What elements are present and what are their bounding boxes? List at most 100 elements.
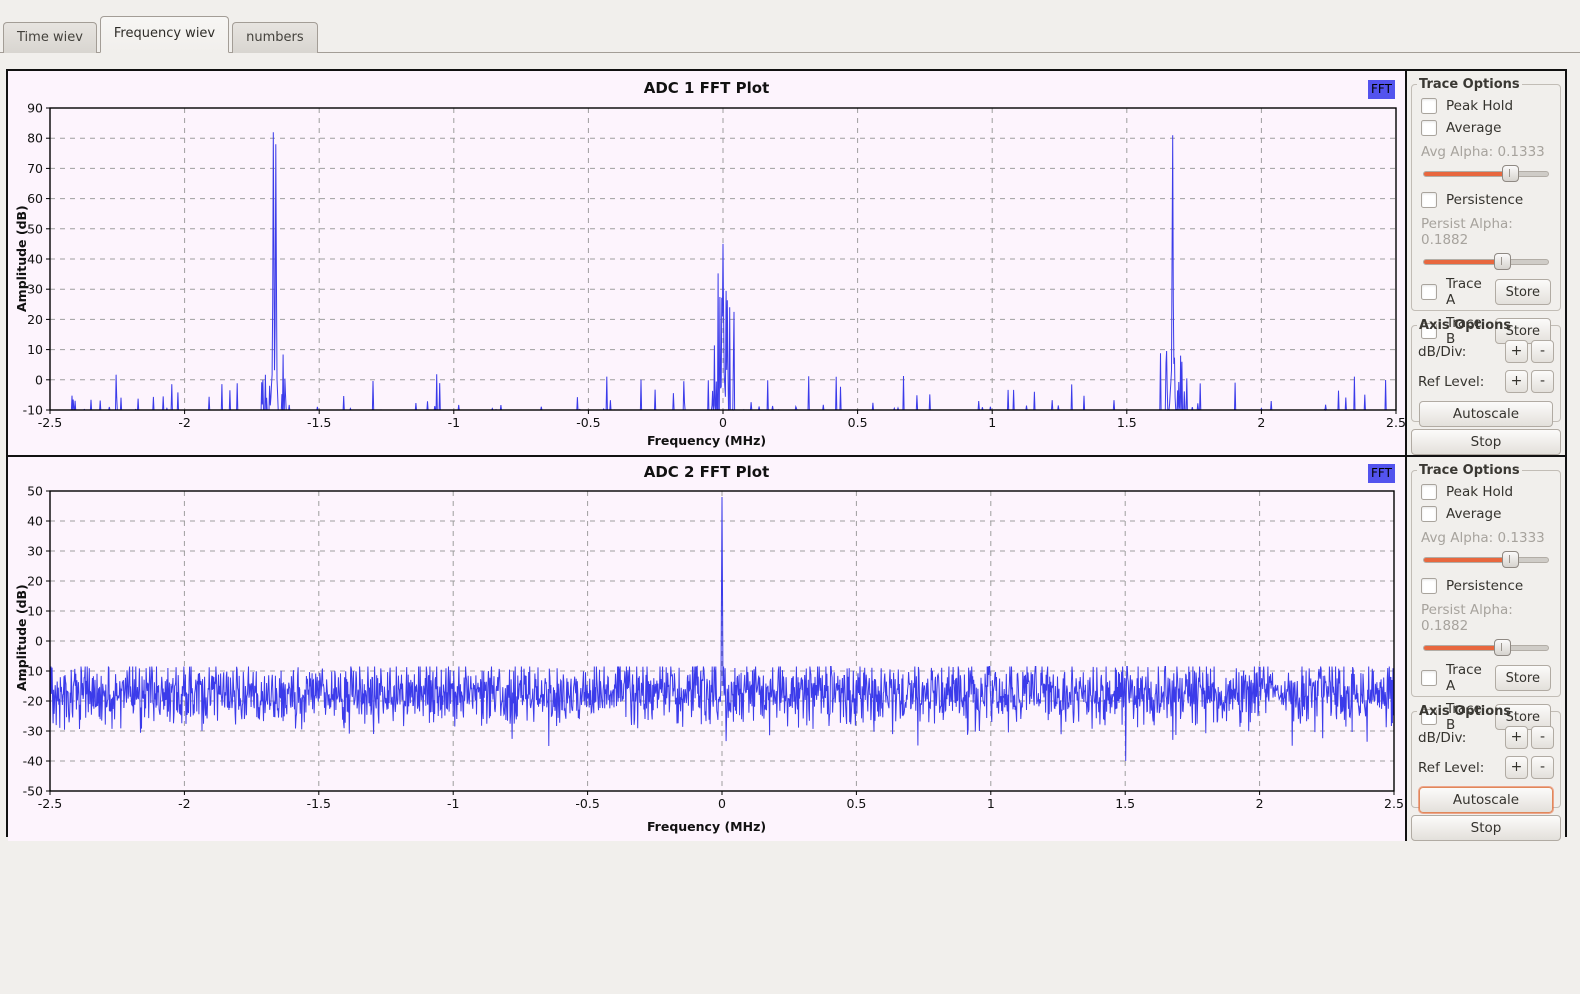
peak-hold-checkbox-2[interactable]: Peak Hold [1421,484,1551,500]
trace-a-row-2: Trace A Store [1421,662,1551,694]
slider-handle[interactable] [1501,165,1519,182]
svg-text:0.5: 0.5 [846,796,866,811]
store-trace-a-button-1[interactable]: Store [1494,279,1551,305]
svg-text:1: 1 [987,796,995,811]
svg-text:2: 2 [1256,796,1264,811]
persist-alpha-slider-1[interactable] [1423,253,1549,270]
ref-level-decrease-button-1[interactable]: - [1531,370,1554,393]
adc1-fft-plot-region: -2.5 -2 -1.5 -1 -0.5 0 0.5 1 1.5 2 2.5 90 80 70 60 50 40… [8,71,1405,455]
ref-level-label: Ref Level: [1418,759,1485,776]
average-label: Average [1446,120,1502,136]
svg-text:-1.5: -1.5 [307,415,331,430]
adc2-row: -2.5 -2 -1.5 -1 -0.5 0 0.5 1 1.5 2 2.5 50 40 30 20 10 0-… [8,457,1565,841]
svg-text:-1: -1 [448,415,460,430]
checkbox-icon [1421,670,1437,686]
avg-alpha-slider-1[interactable] [1423,165,1549,182]
frequency-view-pane: -2.5 -2 -1.5 -1 -0.5 0 0.5 1 1.5 2 2.5 90 80 70 60 50 40… [6,69,1567,841]
average-checkbox-1[interactable]: Average [1421,120,1551,136]
persist-alpha-slider-2[interactable] [1423,639,1549,656]
axis-options-title-2: Axis Options [1419,704,1512,719]
adc1-row: -2.5 -2 -1.5 -1 -0.5 0 0.5 1 1.5 2 2.5 90 80 70 60 50 40… [8,71,1565,457]
svg-text:0: 0 [718,796,726,811]
checkbox-icon [1421,578,1437,594]
adc2-y-axis-label: Amplitude (dB) [14,584,29,692]
trace-options-title-1: Trace Options [1419,77,1520,92]
avg-alpha-label-1: Avg Alpha: 0.1333 [1421,144,1545,160]
fft-legend-badge-2[interactable]: FFT [1368,464,1395,483]
axis-options-title-1: Axis Options [1419,318,1512,333]
ref-level-row-2: Ref Level: + - [1418,756,1554,779]
svg-text:2.5: 2.5 [1384,796,1404,811]
checkbox-icon [1421,506,1437,522]
svg-text:-1: -1 [447,796,459,811]
slider-handle[interactable] [1494,639,1512,656]
ref-level-increase-button-2[interactable]: + [1505,756,1528,779]
tab-numbers[interactable]: numbers [232,22,318,53]
db-div-increase-button-1[interactable]: + [1505,340,1528,363]
checkbox-icon [1421,192,1437,208]
slider-fill [1424,558,1511,562]
autoscale-button-1[interactable]: Autoscale [1419,401,1553,427]
checkbox-icon [1421,484,1437,500]
stop-button-1[interactable]: Stop [1411,429,1561,455]
trace-options-title-2: Trace Options [1419,463,1520,478]
adc1-fft-plot-canvas[interactable]: -2.5 -2 -1.5 -1 -0.5 0 0.5 1 1.5 2 2.5 90 80 70 60 50 40… [8,71,1405,455]
peak-hold-label: Peak Hold [1446,98,1514,114]
peak-hold-label: Peak Hold [1446,484,1514,500]
persistence-checkbox-1[interactable]: Persistence [1421,192,1551,208]
trace-a-row-1: Trace A Store [1421,276,1551,308]
adc1-plot-title: ADC 1 FFT Plot [643,79,770,97]
stop-button-2[interactable]: Stop [1411,815,1561,841]
persistence-checkbox-2[interactable]: Persistence [1421,578,1551,594]
checkbox-icon [1421,98,1437,114]
autoscale-button-2[interactable]: Autoscale [1419,787,1553,813]
avg-alpha-label-2: Avg Alpha: 0.1333 [1421,530,1545,546]
checkbox-icon [1421,284,1437,300]
slider-handle[interactable] [1494,253,1512,270]
adc1-x-axis-label: Frequency (MHz) [646,433,767,448]
tab-frequency-wiev[interactable]: Frequency wiev [99,16,230,53]
adc2-plot-title: ADC 2 FFT Plot [643,463,770,481]
tab-time-wiev[interactable]: Time wiev [3,22,97,53]
adc2-fft-plot-canvas[interactable]: -2.5 -2 -1.5 -1 -0.5 0 0.5 1 1.5 2 2.5 50 40 30 20 10 0-… [8,457,1405,841]
svg-text:1.5: 1.5 [1115,796,1135,811]
trace-a-checkbox-1[interactable]: Trace A [1421,276,1495,308]
store-trace-a-button-2[interactable]: Store [1494,665,1551,691]
trace-a-label: Trace A [1446,662,1482,694]
svg-text:-0.5: -0.5 [576,415,600,430]
trace-options-group-1: Trace Options Peak Hold Average Avg Alph… [1411,77,1561,347]
ref-level-increase-button-1[interactable]: + [1505,370,1528,393]
application-window: Time wiev Frequency wiev numbers -2.5 -2-… [0,0,1580,994]
avg-alpha-slider-2[interactable] [1423,551,1549,568]
db-div-increase-button-2[interactable]: + [1505,726,1528,749]
db-div-label: dB/Div: [1418,729,1467,746]
svg-text:0: 0 [35,372,43,387]
slider-handle[interactable] [1501,551,1519,568]
svg-text:2.5: 2.5 [1386,415,1405,430]
average-checkbox-2[interactable]: Average [1421,506,1551,522]
ref-level-decrease-button-2[interactable]: - [1531,756,1554,779]
svg-text:0.5: 0.5 [848,415,868,430]
svg-text:-2: -2 [178,415,190,430]
slider-fill [1424,260,1504,264]
svg-text:0: 0 [35,634,43,649]
trace-options-group-2: Trace Options Peak Hold Average Avg Alph… [1411,463,1561,733]
fft-legend-badge-1[interactable]: FFT [1368,80,1395,99]
adc1-options-panel: Trace Options Peak Hold Average Avg Alph… [1405,71,1565,455]
adc2-fft-plot-region: -2.5 -2 -1.5 -1 -0.5 0 0.5 1 1.5 2 2.5 50 40 30 20 10 0-… [8,457,1405,841]
db-div-decrease-button-2[interactable]: - [1531,726,1554,749]
adc1-y-axis-label: Amplitude (dB) [14,205,29,313]
tab-bar: Time wiev Frequency wiev numbers [0,0,1580,53]
trace-a-checkbox-2[interactable]: Trace A [1421,662,1495,694]
slider-fill [1424,646,1504,650]
ref-level-label: Ref Level: [1418,373,1485,390]
ref-level-row-1: Ref Level: + - [1418,370,1554,393]
checkbox-icon [1421,120,1437,136]
db-div-label: dB/Div: [1418,343,1467,360]
adc2-options-panel: Trace Options Peak Hold Average Avg Alph… [1405,457,1565,841]
svg-text:1: 1 [988,415,996,430]
db-div-decrease-button-1[interactable]: - [1531,340,1554,363]
peak-hold-checkbox-1[interactable]: Peak Hold [1421,98,1551,114]
slider-fill [1424,172,1511,176]
persistence-label: Persistence [1446,578,1524,594]
